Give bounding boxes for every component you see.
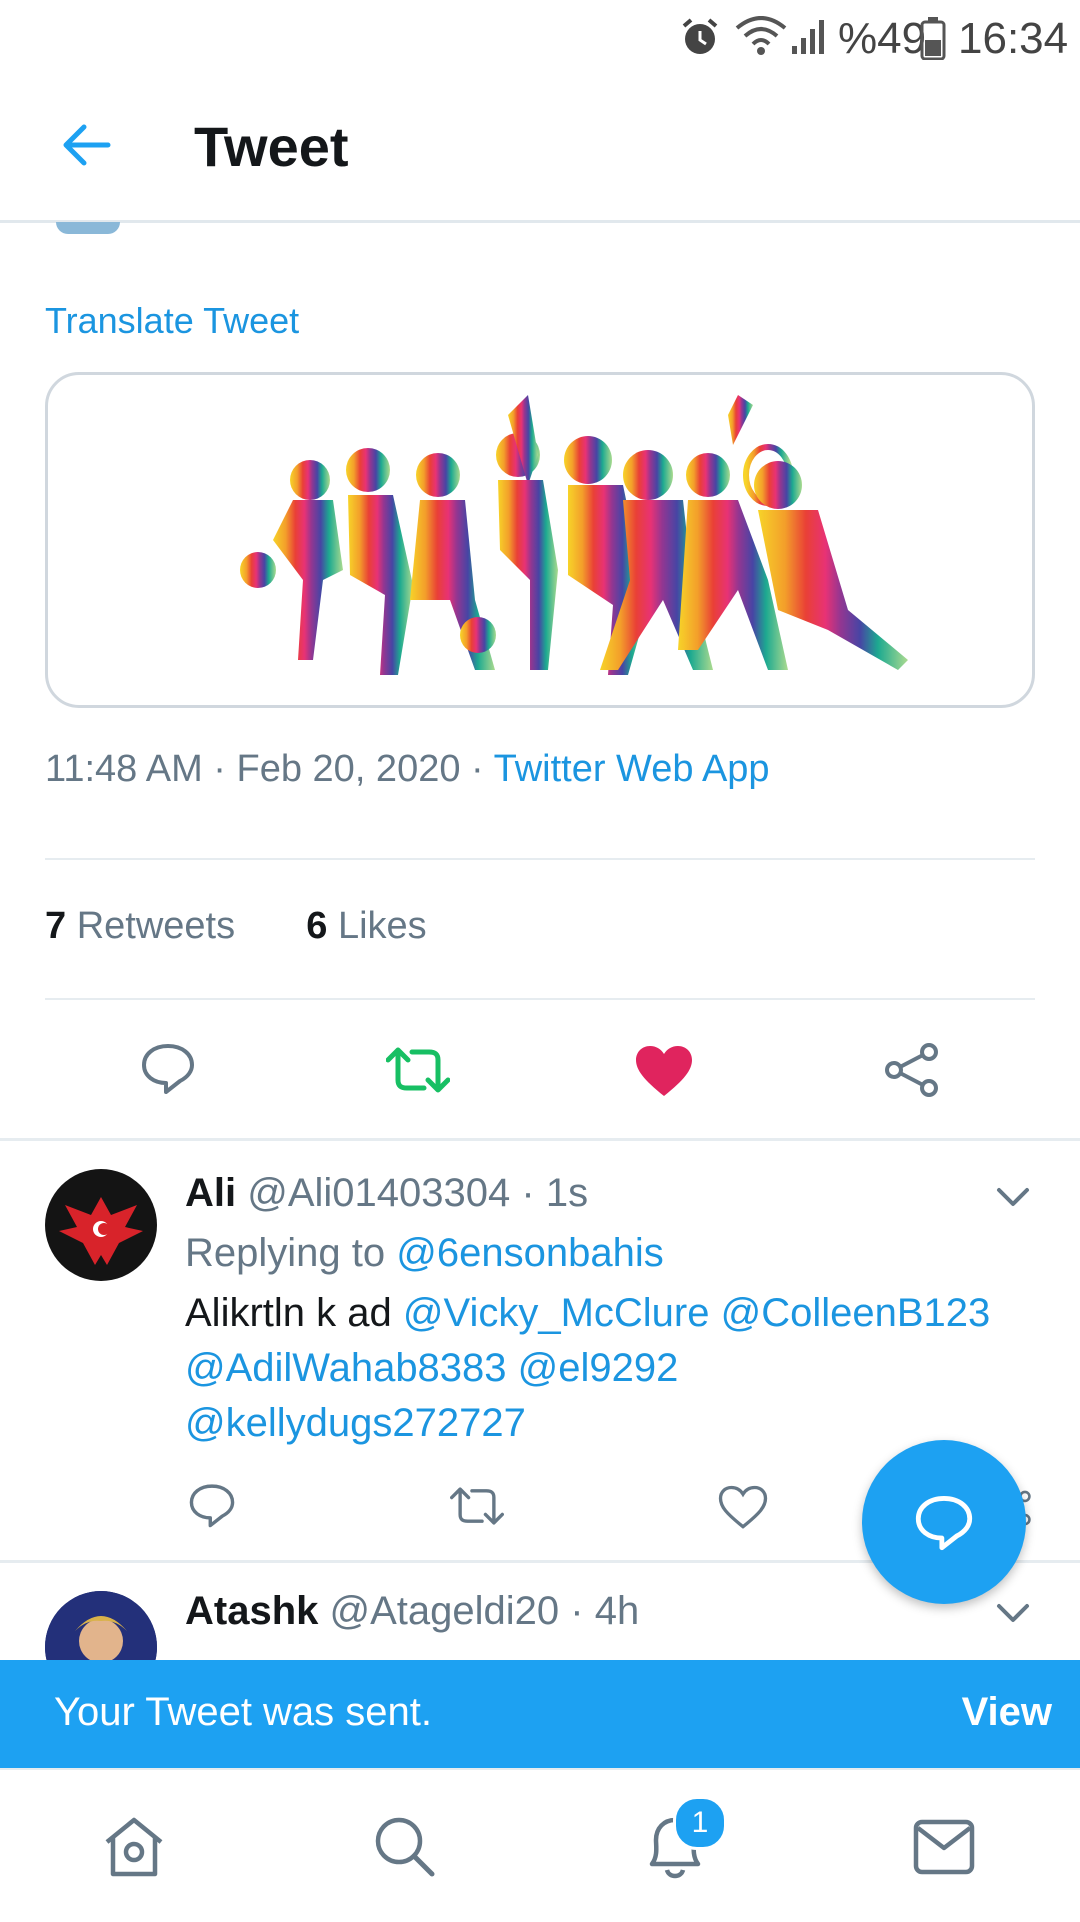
reply-author-name[interactable]: Ali [185,1171,236,1215]
mention-link[interactable]: @kellydugs272727 [185,1401,526,1445]
like-heart-filled-icon[interactable] [634,1044,694,1098]
replying-to-mention[interactable]: @6ensonbahis [396,1231,663,1275]
reply-author-handle[interactable]: @Atageldi20 [330,1589,560,1633]
notification-badge: 1 [673,1796,727,1850]
mention-link[interactable]: @el9292 [518,1346,679,1390]
reply-author-name[interactable]: Atashk [185,1589,318,1633]
mention-link[interactable]: @ColleenB123 [721,1291,991,1335]
reply-author-handle[interactable]: @Ali01403304 [247,1171,510,1215]
avatar[interactable] [45,1591,157,1663]
person-avatar-image [45,1591,157,1663]
reply-icon[interactable] [188,1481,236,1529]
reply-header: Ali @Ali01403304 · 1s [185,1171,589,1215]
toast-message: Your Tweet was sent. [54,1690,433,1734]
red-eagle-avatar-image [59,1197,143,1265]
tweet-image[interactable] [45,372,1035,708]
home-icon[interactable] [101,1814,167,1880]
likes-label: Likes [337,905,427,947]
top-app-bar: Tweet [0,80,1080,223]
chevron-down-icon[interactable] [996,1603,1030,1625]
bottom-navigation: 1 [0,1768,1080,1922]
tweet-date: Feb 20, 2020 [236,748,461,790]
mention-link[interactable]: @Vicky_McClure [403,1291,710,1335]
retweets-stat[interactable]: 7 Retweets [45,905,235,947]
retweet-icon[interactable] [450,1484,504,1528]
avatar[interactable] [45,1169,157,1281]
retweets-label: Retweets [76,905,236,947]
tweet-time: 11:48 AM [45,748,203,790]
toast-view-button[interactable]: View [962,1690,1052,1735]
likes-count: 6 [306,905,328,947]
tweet-sent-toast: Your Tweet was sent. View [0,1660,1080,1768]
status-bar: %49 16:34 [0,0,1080,80]
alarm-icon [682,18,718,54]
like-heart-icon[interactable] [718,1485,768,1530]
divider [45,858,1035,860]
reply-icon[interactable] [140,1040,196,1096]
compose-reply-fab[interactable] [862,1440,1026,1604]
battery-icon [920,17,946,60]
retweet-icon[interactable] [386,1044,450,1096]
tweet-source-link[interactable]: Twitter Web App [494,748,770,790]
tweet-timestamp-row: 11:48 AM · Feb 20, 2020 · Twitter Web Ap… [45,748,770,790]
page-title: Tweet [194,115,349,178]
battery-percent: %49 [838,14,927,63]
replying-to: Replying to @6ensonbahis [185,1231,664,1276]
search-icon[interactable] [372,1814,436,1878]
reply-bubble-icon [915,1496,973,1551]
chevron-down-icon[interactable] [996,1187,1030,1209]
clock: 16:34 [958,14,1069,63]
reply-time: 4h [594,1589,640,1633]
replying-to-label: Replying to [185,1231,386,1275]
reply-text: Alikrtln k ad @Vicky_McClure @ColleenB12… [185,1286,990,1451]
share-icon[interactable] [884,1042,940,1098]
reply-header: Atashk @Atageldi20 · 4h [185,1589,640,1633]
mention-link[interactable]: @AdilWahab8383 [185,1346,507,1390]
wifi-icon [735,16,787,55]
signal-icon [792,20,824,54]
translate-tweet-link[interactable]: Translate Tweet [45,300,299,342]
likes-stat[interactable]: 6 Likes [306,905,426,947]
back-arrow-icon[interactable] [58,120,114,170]
tweet-stats: 7 Retweets 6 Likes [45,905,427,948]
reply-text-prefix: Alikrtln k ad [185,1291,392,1335]
sports-silhouettes-image [240,395,908,675]
messages-envelope-icon[interactable] [912,1818,976,1876]
retweets-count: 7 [45,905,67,947]
author-avatar-partial[interactable] [56,222,120,234]
divider [45,998,1035,1000]
reply-time: 1s [545,1171,589,1215]
